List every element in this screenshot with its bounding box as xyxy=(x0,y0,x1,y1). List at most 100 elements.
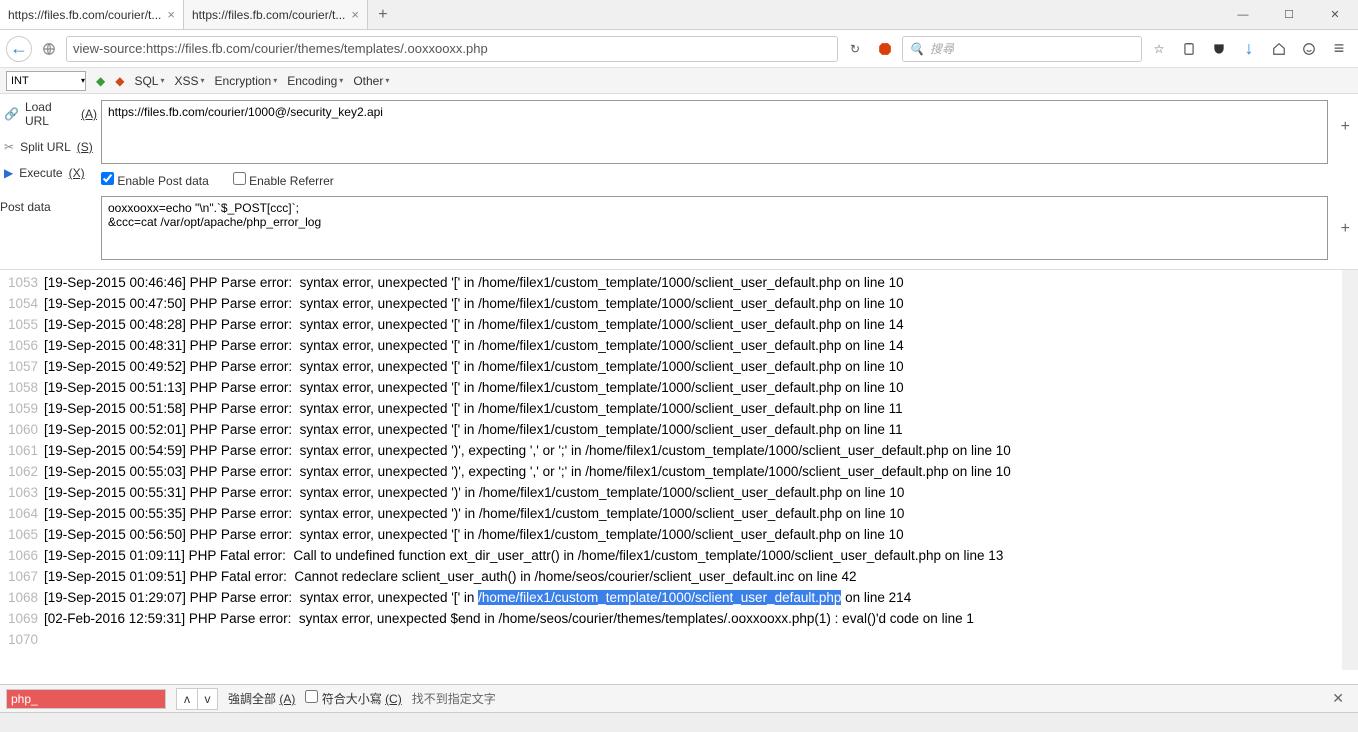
bookmark-icon[interactable]: ☆ xyxy=(1146,36,1172,62)
nav-bar: ← view-source:https://files.fb.com/couri… xyxy=(0,30,1358,68)
download-icon[interactable]: ↓ xyxy=(1236,36,1262,62)
menu-sql[interactable]: SQL▾ xyxy=(134,74,164,88)
find-prev-button[interactable]: ʌ xyxy=(177,689,197,709)
post-data-label: Post data xyxy=(0,196,101,214)
line-number: 1068 xyxy=(6,587,44,608)
source-line: 1059[19-Sep-2015 00:51:58] PHP Parse err… xyxy=(6,398,1352,419)
hackbar-inputs: + Enable Post data Enable Referrer Post … xyxy=(101,94,1358,269)
scrollbar[interactable] xyxy=(1342,270,1358,670)
source-line: 1069[02-Feb-2016 12:59:31] PHP Parse err… xyxy=(6,608,1352,629)
line-text[interactable]: [19-Sep-2015 00:56:50] PHP Parse error: … xyxy=(44,524,1352,545)
search-box[interactable]: 🔍 搜尋 xyxy=(902,36,1142,62)
source-line: 1053[19-Sep-2015 00:46:46] PHP Parse err… xyxy=(6,272,1352,293)
plus-icon[interactable]: ◆ xyxy=(96,74,105,88)
menu-encryption[interactable]: Encryption▾ xyxy=(215,74,278,88)
enable-post-checkbox[interactable]: Enable Post data xyxy=(101,172,209,188)
close-findbar-button[interactable]: ✕ xyxy=(1332,690,1352,707)
line-text[interactable]: [19-Sep-2015 00:55:35] PHP Parse error: … xyxy=(44,503,1352,524)
menu-xss[interactable]: XSS▾ xyxy=(175,74,205,88)
encoding-select[interactable]: INT▾ xyxy=(6,71,86,91)
back-button[interactable]: ← xyxy=(6,36,32,62)
source-line: 1065[19-Sep-2015 00:56:50] PHP Parse err… xyxy=(6,524,1352,545)
match-case-checkbox[interactable]: 符合大小寫 (C) xyxy=(305,690,401,707)
scissors-icon: ✂ xyxy=(4,140,14,154)
line-text[interactable]: [19-Sep-2015 00:55:03] PHP Parse error: … xyxy=(44,461,1352,482)
line-number: 1054 xyxy=(6,293,44,314)
line-number: 1057 xyxy=(6,356,44,377)
source-line: 1063[19-Sep-2015 00:55:31] PHP Parse err… xyxy=(6,482,1352,503)
hackbar-actions: 🔗 Load URL (A) ✂ Split URL (S) ▶ Execute… xyxy=(0,94,101,269)
smile-icon[interactable] xyxy=(1296,36,1322,62)
find-nav: ʌ v xyxy=(176,688,218,710)
menu-encoding[interactable]: Encoding▾ xyxy=(287,74,343,88)
hackbar-main: 🔗 Load URL (A) ✂ Split URL (S) ▶ Execute… xyxy=(0,94,1358,270)
line-text[interactable]: [19-Sep-2015 00:48:31] PHP Parse error: … xyxy=(44,335,1352,356)
url-textarea[interactable] xyxy=(101,100,1328,164)
line-text[interactable]: [19-Sep-2015 00:52:01] PHP Parse error: … xyxy=(44,419,1352,440)
find-next-button[interactable]: v xyxy=(197,689,217,709)
pocket-icon[interactable] xyxy=(1206,36,1232,62)
find-input[interactable] xyxy=(6,689,166,709)
source-view[interactable]: 1053[19-Sep-2015 00:46:46] PHP Parse err… xyxy=(0,270,1358,670)
line-number: 1058 xyxy=(6,377,44,398)
globe-icon xyxy=(36,36,62,62)
line-text[interactable]: [19-Sep-2015 00:47:50] PHP Parse error: … xyxy=(44,293,1352,314)
line-text[interactable]: [19-Sep-2015 00:49:52] PHP Parse error: … xyxy=(44,356,1352,377)
expand-icon[interactable]: + xyxy=(1341,220,1350,238)
highlight-all-button[interactable]: 強調全部 (A) xyxy=(228,690,295,707)
play-icon: ▶ xyxy=(4,166,13,180)
new-tab-button[interactable]: + xyxy=(368,0,398,29)
tab-title: https://files.fb.com/courier/t... xyxy=(8,8,161,22)
line-number: 1062 xyxy=(6,461,44,482)
line-text[interactable]: [19-Sep-2015 00:48:28] PHP Parse error: … xyxy=(44,314,1352,335)
post-data-textarea[interactable] xyxy=(101,196,1328,260)
split-url-button[interactable]: ✂ Split URL (S) xyxy=(4,140,97,154)
line-text[interactable]: [19-Sep-2015 01:09:11] PHP Fatal error: … xyxy=(44,545,1352,566)
line-number: 1056 xyxy=(6,335,44,356)
browser-tab-active[interactable]: https://files.fb.com/courier/t... × xyxy=(0,0,184,29)
line-number: 1060 xyxy=(6,419,44,440)
line-number: 1066 xyxy=(6,545,44,566)
minimize-icon[interactable]: — xyxy=(1220,0,1266,29)
source-line: 1054[19-Sep-2015 00:47:50] PHP Parse err… xyxy=(6,293,1352,314)
load-url-button[interactable]: 🔗 Load URL (A) xyxy=(4,100,97,128)
expand-icon[interactable]: + xyxy=(1341,118,1350,136)
source-line: 1055[19-Sep-2015 00:48:28] PHP Parse err… xyxy=(6,314,1352,335)
source-line: 1060[19-Sep-2015 00:52:01] PHP Parse err… xyxy=(6,419,1352,440)
close-icon[interactable]: × xyxy=(351,7,359,22)
line-text[interactable]: [19-Sep-2015 00:54:59] PHP Parse error: … xyxy=(44,440,1352,461)
line-number: 1064 xyxy=(6,503,44,524)
line-number: 1061 xyxy=(6,440,44,461)
clipboard-icon[interactable] xyxy=(1176,36,1202,62)
line-number: 1070 xyxy=(6,629,44,650)
maximize-icon[interactable]: ☐ xyxy=(1266,0,1312,29)
selected-text: /home/filex1/custom_template/1000/sclien… xyxy=(478,590,841,605)
line-text[interactable]: [19-Sep-2015 00:51:58] PHP Parse error: … xyxy=(44,398,1352,419)
line-number: 1069 xyxy=(6,608,44,629)
line-number: 1053 xyxy=(6,272,44,293)
line-text[interactable] xyxy=(44,629,1352,650)
window-controls: — ☐ ✕ xyxy=(1220,0,1358,29)
source-line: 1066[19-Sep-2015 01:09:11] PHP Fatal err… xyxy=(6,545,1352,566)
line-text[interactable]: [19-Sep-2015 01:09:51] PHP Fatal error: … xyxy=(44,566,1352,587)
line-text[interactable]: [02-Feb-2016 12:59:31] PHP Parse error: … xyxy=(44,608,1352,629)
close-icon[interactable]: × xyxy=(167,7,175,22)
home-icon[interactable] xyxy=(1266,36,1292,62)
url-bar[interactable]: view-source:https://files.fb.com/courier… xyxy=(66,36,838,62)
link-icon: 🔗 xyxy=(4,107,19,121)
line-text[interactable]: [19-Sep-2015 00:55:31] PHP Parse error: … xyxy=(44,482,1352,503)
line-text[interactable]: [19-Sep-2015 00:51:13] PHP Parse error: … xyxy=(44,377,1352,398)
source-line: 1057[19-Sep-2015 00:49:52] PHP Parse err… xyxy=(6,356,1352,377)
adblock-icon[interactable] xyxy=(872,36,898,62)
line-text[interactable]: [19-Sep-2015 00:46:46] PHP Parse error: … xyxy=(44,272,1352,293)
reload-button[interactable]: ↻ xyxy=(842,36,868,62)
source-line: 1070 xyxy=(6,629,1352,650)
menu-other[interactable]: Other▾ xyxy=(353,74,389,88)
browser-tab[interactable]: https://files.fb.com/courier/t... × xyxy=(184,0,368,29)
enable-referrer-checkbox[interactable]: Enable Referrer xyxy=(233,172,334,188)
minus-icon[interactable]: ◆ xyxy=(115,74,124,88)
menu-icon[interactable]: ≡ xyxy=(1326,36,1352,62)
close-window-icon[interactable]: ✕ xyxy=(1312,0,1358,29)
execute-button[interactable]: ▶ Execute (X) xyxy=(4,166,97,180)
line-text[interactable]: [19-Sep-2015 01:29:07] PHP Parse error: … xyxy=(44,587,1352,608)
